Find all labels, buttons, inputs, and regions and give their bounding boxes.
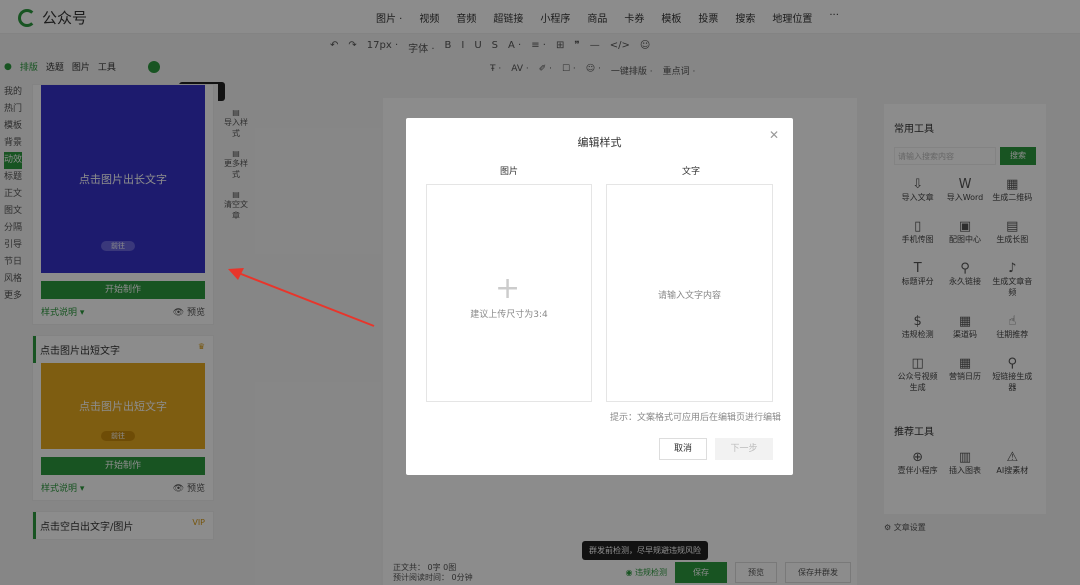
plus-icon: + [495,271,521,306]
upload-hint: 建议上传尺寸为3:4 [470,310,548,320]
dialog-title: 编辑样式 [577,136,622,149]
text-column-label: 文字 [682,167,701,177]
edit-style-dialog: 编辑样式 ✕ 图片 文字 + 建议上传尺寸为3:4 请输入文字内容 提示：文案格… [406,118,793,475]
annotation-arrow [228,268,375,327]
cancel-button[interactable]: 取消 [659,438,707,460]
close-icon[interactable]: ✕ [769,128,779,142]
image-upload-box[interactable]: + 建议上传尺寸为3:4 [426,184,592,402]
next-button[interactable]: 下一步 [715,438,773,460]
dialog-tip: 提示：文案格式可应用后在编辑页进行编辑 [610,413,782,423]
image-column-label: 图片 [500,167,519,177]
text-placeholder: 请输入文字内容 [657,291,721,301]
text-input-box[interactable]: 请输入文字内容 [606,184,773,402]
